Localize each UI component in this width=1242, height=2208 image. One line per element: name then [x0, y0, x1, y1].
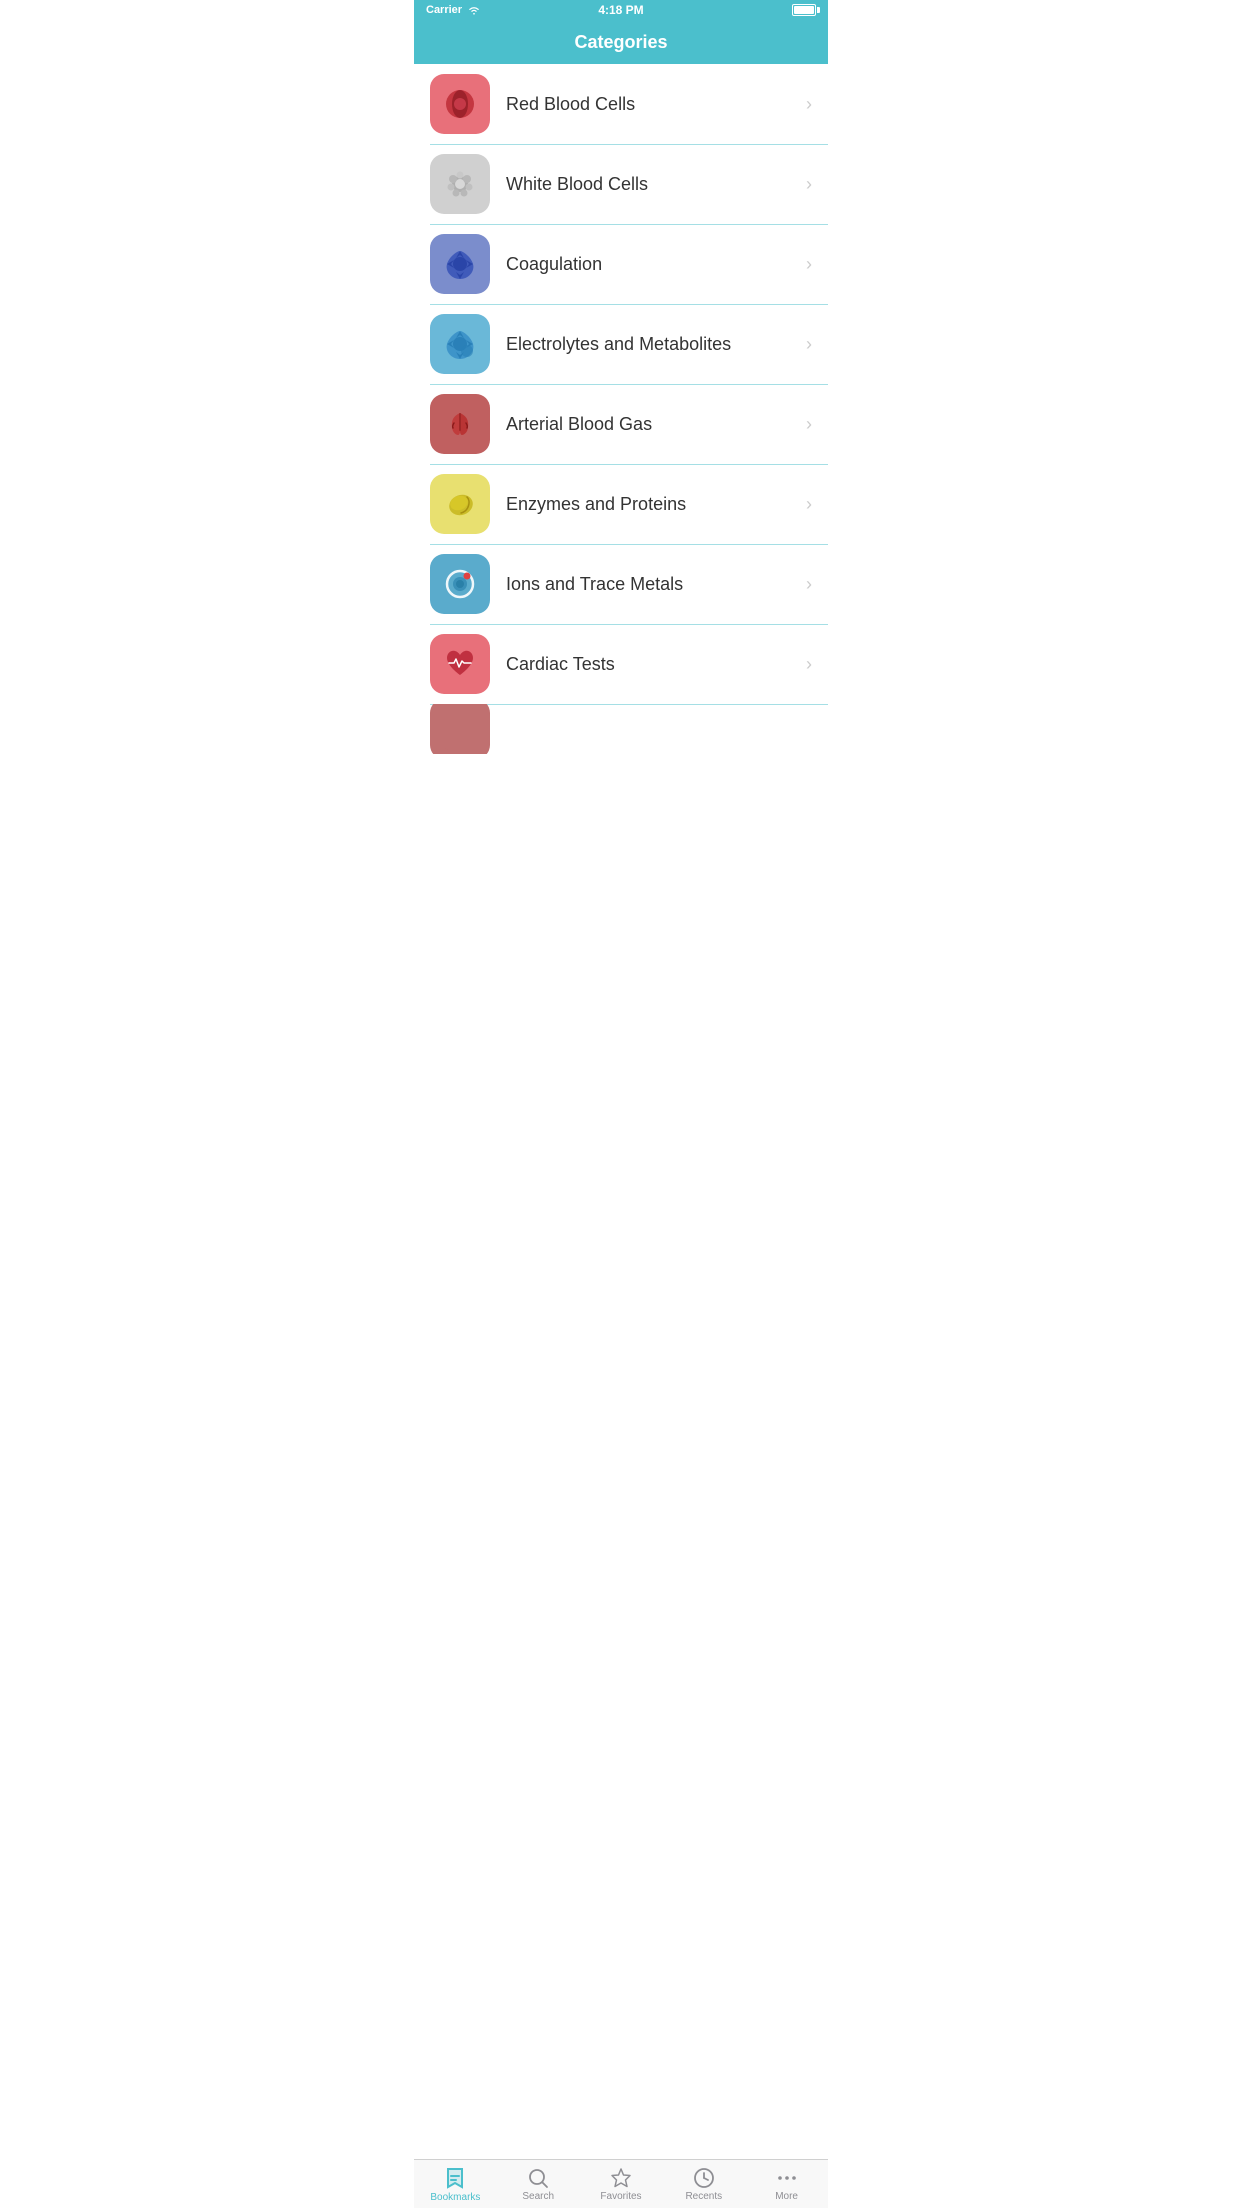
tab-more-label: More	[775, 2191, 798, 2202]
status-bar: Carrier 4:18 PM	[414, 0, 828, 20]
category-label-electrolytes: Electrolytes and Metabolites	[506, 334, 798, 355]
chevron-icon: ›	[806, 414, 812, 435]
chevron-icon: ›	[806, 334, 812, 355]
chevron-icon: ›	[806, 174, 812, 195]
carrier-label: Carrier	[426, 4, 462, 16]
category-label-coagulation: Coagulation	[506, 254, 798, 275]
chevron-icon: ›	[806, 494, 812, 515]
tab-favorites-label: Favorites	[600, 2191, 641, 2202]
category-icon-enzymes-proteins	[430, 474, 490, 534]
category-item-arterial-blood-gas[interactable]: Arterial Blood Gas ›	[414, 384, 828, 464]
category-item-partial[interactable]	[414, 704, 828, 754]
category-icon-coagulation	[430, 234, 490, 294]
chevron-icon: ›	[806, 254, 812, 275]
nav-bar: Categories	[414, 20, 828, 64]
category-icon-electrolytes	[430, 314, 490, 374]
tab-bar: Bookmarks Search Favorites Recents More	[414, 2159, 828, 2208]
tab-more[interactable]: More	[745, 2160, 828, 2208]
status-time: 4:18 PM	[598, 3, 643, 17]
tab-bookmarks-label: Bookmarks	[430, 2192, 480, 2203]
clock-icon	[693, 2167, 715, 2189]
tab-favorites[interactable]: Favorites	[580, 2160, 663, 2208]
star-icon	[610, 2167, 632, 2189]
tab-recents-label: Recents	[685, 2191, 722, 2202]
bookmarks-icon	[443, 2166, 467, 2190]
carrier-info: Carrier	[426, 4, 481, 16]
category-icon-white-blood-cells	[430, 154, 490, 214]
category-icon-ions-trace-metals	[430, 554, 490, 614]
more-icon	[776, 2167, 798, 2189]
category-item-white-blood-cells[interactable]: White Blood Cells ›	[414, 144, 828, 224]
category-icon-partial	[430, 704, 490, 754]
category-label-cardiac-tests: Cardiac Tests	[506, 654, 798, 675]
tab-search[interactable]: Search	[497, 2160, 580, 2208]
category-item-ions-trace-metals[interactable]: Ions and Trace Metals ›	[414, 544, 828, 624]
category-item-enzymes-proteins[interactable]: Enzymes and Proteins ›	[414, 464, 828, 544]
category-label-arterial-blood-gas: Arterial Blood Gas	[506, 414, 798, 435]
search-icon	[527, 2167, 549, 2189]
category-icon-red-blood-cells	[430, 74, 490, 134]
category-item-coagulation[interactable]: Coagulation ›	[414, 224, 828, 304]
category-item-red-blood-cells[interactable]: Red Blood Cells ›	[414, 64, 828, 144]
chevron-icon: ›	[806, 94, 812, 115]
category-icon-arterial-blood-gas	[430, 394, 490, 454]
tab-search-label: Search	[522, 2191, 554, 2202]
category-label-ions-trace-metals: Ions and Trace Metals	[506, 574, 798, 595]
category-icon-cardiac-tests	[430, 634, 490, 694]
category-item-electrolytes[interactable]: Electrolytes and Metabolites ›	[414, 304, 828, 384]
tab-recents[interactable]: Recents	[662, 2160, 745, 2208]
battery-icon	[792, 4, 816, 16]
page-title: Categories	[574, 32, 667, 53]
chevron-icon: ›	[806, 574, 812, 595]
tab-bookmarks[interactable]: Bookmarks	[414, 2160, 497, 2208]
category-label-red-blood-cells: Red Blood Cells	[506, 94, 798, 115]
wifi-icon	[467, 5, 481, 15]
category-item-cardiac-tests[interactable]: Cardiac Tests ›	[414, 624, 828, 704]
category-label-white-blood-cells: White Blood Cells	[506, 174, 798, 195]
category-label-enzymes-proteins: Enzymes and Proteins	[506, 494, 798, 515]
battery-area	[792, 4, 816, 16]
category-list: Red Blood Cells › White Blood Cells ›	[414, 64, 828, 803]
chevron-icon: ›	[806, 654, 812, 675]
